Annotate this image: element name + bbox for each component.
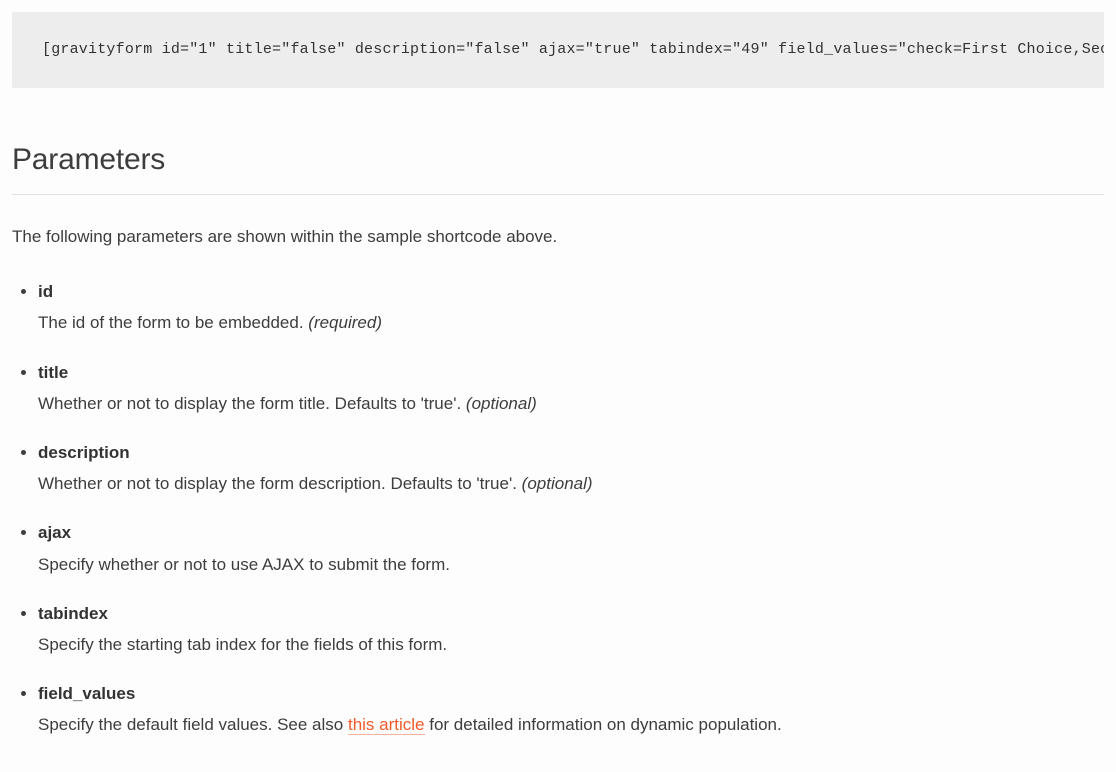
param-name: title bbox=[38, 359, 1104, 386]
param-note: (required) bbox=[308, 313, 382, 332]
param-note: (optional) bbox=[466, 394, 537, 413]
param-name: description bbox=[38, 439, 1104, 466]
param-item-field-values: field_values Specify the default field v… bbox=[38, 680, 1104, 738]
dynamic-population-link[interactable]: this article bbox=[348, 715, 425, 735]
param-desc: Specify whether or not to use AJAX to su… bbox=[38, 555, 450, 574]
code-text: [gravityform id="1" title="false" descri… bbox=[42, 41, 1104, 58]
param-desc: The id of the form to be embedded. (requ… bbox=[38, 313, 382, 332]
param-note: (optional) bbox=[522, 474, 593, 493]
parameters-intro: The following parameters are shown withi… bbox=[12, 223, 1104, 250]
param-desc: Whether or not to display the form title… bbox=[38, 394, 537, 413]
parameters-list: id The id of the form to be embedded. (r… bbox=[12, 278, 1104, 738]
param-item-tabindex: tabindex Specify the starting tab index … bbox=[38, 600, 1104, 658]
shortcode-example: [gravityform id="1" title="false" descri… bbox=[12, 12, 1104, 88]
param-item-title: title Whether or not to display the form… bbox=[38, 359, 1104, 417]
param-name: field_values bbox=[38, 680, 1104, 707]
param-desc: Specify the default field values. See al… bbox=[38, 715, 782, 735]
param-desc: Specify the starting tab index for the f… bbox=[38, 635, 447, 654]
param-item-description: description Whether or not to display th… bbox=[38, 439, 1104, 497]
param-name: ajax bbox=[38, 519, 1104, 546]
param-name: tabindex bbox=[38, 600, 1104, 627]
parameters-heading: Parameters bbox=[12, 136, 1104, 195]
param-name: id bbox=[38, 278, 1104, 305]
param-item-id: id The id of the form to be embedded. (r… bbox=[38, 278, 1104, 336]
param-item-ajax: ajax Specify whether or not to use AJAX … bbox=[38, 519, 1104, 577]
param-desc: Whether or not to display the form descr… bbox=[38, 474, 593, 493]
